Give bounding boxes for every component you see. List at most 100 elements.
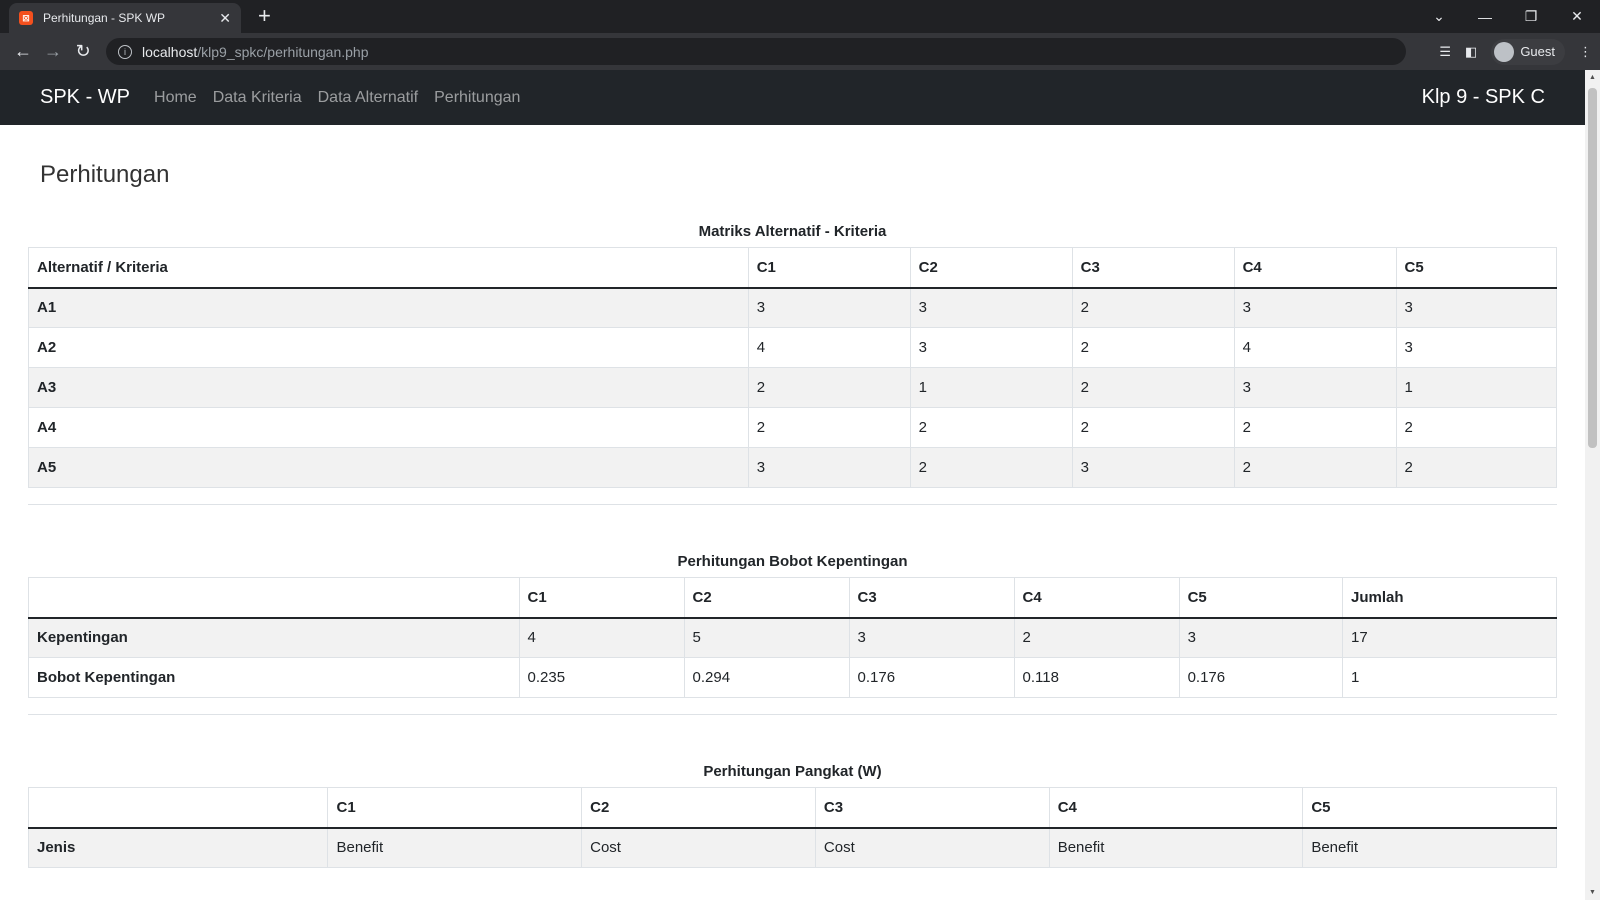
table-row: A4 2 2 2 2 2	[28, 407, 1558, 448]
close-tab-icon[interactable]: ✕	[219, 10, 231, 27]
table-cell: 1	[1395, 367, 1558, 408]
table-cell: 3	[909, 327, 1073, 368]
window-controls: ⌄ — ❐ ✕	[1416, 0, 1600, 33]
matrix-caption: Matriks Alternatif - Kriteria	[698, 223, 887, 240]
site-info-icon[interactable]: i	[118, 44, 132, 59]
table-cell: 4	[1233, 327, 1397, 368]
scrollbar-thumb[interactable]	[1588, 88, 1597, 448]
reading-list-icon[interactable]: ☰	[1439, 44, 1451, 60]
table-cell: 2	[747, 407, 911, 448]
table-cell: 2	[1071, 287, 1235, 328]
navbar-brand[interactable]: SPK - WP	[40, 86, 130, 109]
row-label: A2	[28, 327, 749, 368]
reload-icon[interactable]: ↻	[68, 41, 98, 62]
table-header-row: C1 C2 C3 C4 C5 Jumlah	[28, 577, 1557, 619]
table-header-row: C1 C2 C3 C4 C5	[27, 787, 1557, 829]
header-cell: C5	[1178, 577, 1344, 619]
table-cell: 3	[1178, 617, 1344, 658]
url-host: localhost	[142, 43, 198, 60]
table-cell: 1	[1342, 657, 1557, 698]
page-scrollbar[interactable]: ▲ ▼	[1585, 70, 1600, 900]
header-cell: C3	[848, 577, 1015, 619]
header-cell: C4	[1013, 577, 1180, 619]
avatar	[1494, 41, 1515, 62]
header-cell: C4	[1233, 247, 1397, 289]
profile-button[interactable]: Guest	[1491, 38, 1565, 65]
table-cell: 2	[747, 367, 911, 408]
table-row: A5 3 2 3 2 2	[28, 447, 1558, 488]
table-cell: 1	[909, 367, 1073, 408]
header-cell: C2	[909, 247, 1073, 289]
main-content: Perhitungan Matriks Alternatif - Kriteri…	[0, 161, 1585, 868]
table-cell: Benefit	[1302, 827, 1557, 868]
row-label: Jenis	[27, 827, 329, 868]
browser-toolbar: ← → ↻ i localhost/klp9_spkc/perhitungan.…	[0, 33, 1600, 70]
address-bar[interactable]: i localhost/klp9_spkc/perhitungan.php	[106, 38, 1406, 65]
table-cell: 0.176	[1178, 657, 1344, 698]
close-window-icon[interactable]: ✕	[1554, 8, 1600, 25]
table-cell: 0.235	[518, 657, 685, 698]
nav-link-perhitungan[interactable]: Perhitungan	[434, 89, 520, 107]
tab-search-icon[interactable]: ⌄	[1416, 8, 1462, 25]
page-title: Perhitungan	[40, 161, 170, 188]
table-cell: 5	[683, 617, 850, 658]
table-cell: 3	[1395, 287, 1558, 328]
nav-link-data-kriteria[interactable]: Data Kriteria	[213, 89, 302, 107]
header-cell: C5	[1302, 787, 1557, 829]
forward-icon[interactable]: →	[38, 41, 68, 62]
table-cell: 0.176	[848, 657, 1015, 698]
table-cell: Cost	[581, 827, 816, 868]
table-cell: 3	[1233, 287, 1397, 328]
back-icon[interactable]: ←	[8, 41, 38, 62]
table-header-row: Alternatif / Kriteria C1 C2 C3 C4 C5	[28, 247, 1558, 289]
table-cell: 4	[518, 617, 685, 658]
table-cell: 3	[1071, 447, 1235, 488]
table-cell: 2	[1071, 367, 1235, 408]
page-viewport: SPK - WP Home Data Kriteria Data Alterna…	[0, 70, 1585, 900]
section-divider	[28, 504, 1557, 505]
side-panel-icon[interactable]: ◧	[1465, 44, 1477, 60]
table-row: A1 3 3 2 3 3	[28, 287, 1558, 328]
table-cell: 3	[747, 447, 911, 488]
table-cell: 3	[848, 617, 1015, 658]
browser-tab[interactable]: ⊠ Perhitungan - SPK WP ✕	[9, 3, 241, 33]
header-cell	[27, 787, 329, 829]
header-cell: C2	[683, 577, 850, 619]
header-cell: Alternatif / Kriteria	[28, 247, 749, 289]
header-cell: Jumlah	[1342, 577, 1557, 619]
restore-icon[interactable]: ❐	[1508, 8, 1554, 25]
minimize-icon[interactable]: —	[1462, 9, 1508, 25]
new-tab-button[interactable]: +	[258, 5, 271, 27]
table-cell: 3	[1395, 327, 1558, 368]
header-cell: C1	[518, 577, 685, 619]
matrix-table: Alternatif / Kriteria C1 C2 C3 C4 C5 A1 …	[28, 247, 1558, 488]
table-cell: 3	[1233, 367, 1397, 408]
url-path: /klp9_spkc/perhitungan.php	[197, 43, 369, 60]
table-cell: 2	[1233, 447, 1397, 488]
section-divider	[28, 714, 1557, 715]
app-navbar: SPK - WP Home Data Kriteria Data Alterna…	[0, 70, 1585, 125]
header-cell: C3	[814, 787, 1050, 829]
nav-link-data-alternatif[interactable]: Data Alternatif	[318, 89, 419, 107]
nav-link-home[interactable]: Home	[154, 89, 197, 107]
scroll-up-icon[interactable]: ▲	[1589, 74, 1596, 81]
table-cell: 2	[1395, 407, 1558, 448]
table-cell: 4	[747, 327, 911, 368]
scroll-down-icon[interactable]: ▼	[1589, 889, 1596, 896]
row-label: A4	[28, 407, 749, 448]
bobot-table: C1 C2 C3 C4 C5 Jumlah Kepentingan 4 5 3 …	[28, 577, 1557, 698]
row-label: Kepentingan	[28, 617, 520, 658]
header-cell: C5	[1395, 247, 1558, 289]
table-cell: 2	[1071, 327, 1235, 368]
table-cell: 2	[909, 447, 1073, 488]
header-cell: C3	[1071, 247, 1235, 289]
header-cell: C2	[581, 787, 816, 829]
tab-title: Perhitungan - SPK WP	[43, 11, 166, 25]
table-cell: 0.118	[1013, 657, 1180, 698]
navbar-group-label: Klp 9 - SPK C	[1421, 86, 1545, 108]
table-cell: 0.294	[683, 657, 850, 698]
pangkat-caption: Perhitungan Pangkat (W)	[703, 763, 882, 780]
menu-icon[interactable]: ⋮	[1579, 44, 1592, 60]
table-cell: 2	[1071, 407, 1235, 448]
table-cell: Benefit	[327, 827, 583, 868]
